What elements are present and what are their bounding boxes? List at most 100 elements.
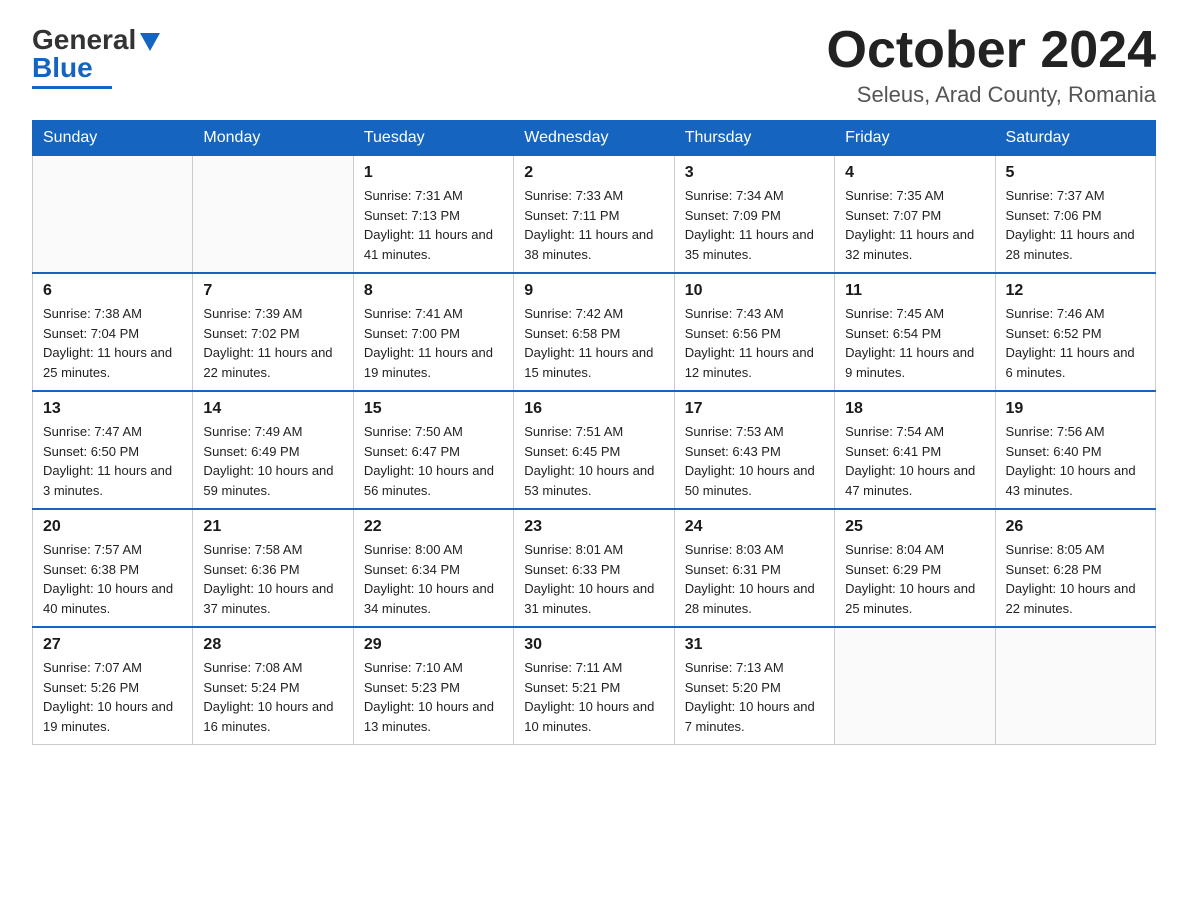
day-info: Sunrise: 7:54 AMSunset: 6:41 PMDaylight:… xyxy=(845,422,984,500)
day-info: Sunrise: 7:43 AMSunset: 6:56 PMDaylight:… xyxy=(685,304,824,382)
day-number: 19 xyxy=(1006,400,1145,418)
day-number: 20 xyxy=(43,518,182,536)
day-number: 10 xyxy=(685,282,824,300)
calendar-cell: 5 Sunrise: 7:37 AMSunset: 7:06 PMDaylight… xyxy=(995,156,1155,274)
calendar-cell: 26 Sunrise: 8:05 AMSunset: 6:28 PMDayligh… xyxy=(995,509,1155,627)
day-info: Sunrise: 7:42 AMSunset: 6:58 PMDaylight:… xyxy=(524,304,663,382)
location-subtitle: Seleus, Arad County, Romania xyxy=(827,82,1157,108)
calendar-cell: 20Sunrise: 7:57 AMSunset: 6:38 PMDayligh… xyxy=(33,509,193,627)
day-number: 27 xyxy=(43,636,182,654)
month-title: October 2024 xyxy=(827,24,1157,76)
day-info: Sunrise: 7:38 AMSunset: 7:04 PMDaylight:… xyxy=(43,304,182,382)
day-number: 8 xyxy=(364,282,503,300)
calendar-cell xyxy=(33,156,193,274)
day-info: Sunrise: 7:50 AMSunset: 6:47 PMDaylight:… xyxy=(364,422,503,500)
day-info: Sunrise: 7:47 AMSunset: 6:50 PMDaylight:… xyxy=(43,422,182,500)
header-saturday: Saturday xyxy=(995,121,1155,156)
day-info: Sunrise: 7:07 AMSunset: 5:26 PMDaylight:… xyxy=(43,658,182,736)
day-number: 11 xyxy=(845,282,984,300)
calendar-cell: 16 Sunrise: 7:51 AMSunset: 6:45 PMDayligh… xyxy=(514,391,674,509)
day-number: 6 xyxy=(43,282,182,300)
header-tuesday: Tuesday xyxy=(353,121,513,156)
day-number: 28 xyxy=(203,636,342,654)
day-info: Sunrise: 7:08 AMSunset: 5:24 PMDaylight:… xyxy=(203,658,342,736)
day-number: 24 xyxy=(685,518,824,536)
day-info: Sunrise: 7:34 AMSunset: 7:09 PMDaylight:… xyxy=(685,186,824,264)
day-number: 29 xyxy=(364,636,503,654)
day-number: 15 xyxy=(364,400,503,418)
calendar-cell: 2 Sunrise: 7:33 AMSunset: 7:11 PMDaylight… xyxy=(514,156,674,274)
calendar-cell: 12Sunrise: 7:46 AMSunset: 6:52 PMDayligh… xyxy=(995,273,1155,391)
day-number: 23 xyxy=(524,518,663,536)
day-number: 17 xyxy=(685,400,824,418)
day-number: 12 xyxy=(1006,282,1145,300)
week-row-2: 6 Sunrise: 7:38 AMSunset: 7:04 PMDaylight… xyxy=(33,273,1156,391)
day-info: Sunrise: 7:49 AMSunset: 6:49 PMDaylight:… xyxy=(203,422,342,500)
day-number: 5 xyxy=(1006,164,1145,182)
calendar-cell xyxy=(995,627,1155,745)
calendar-cell: 19Sunrise: 7:56 AMSunset: 6:40 PMDayligh… xyxy=(995,391,1155,509)
day-info: Sunrise: 7:39 AMSunset: 7:02 PMDaylight:… xyxy=(203,304,342,382)
header-monday: Monday xyxy=(193,121,353,156)
calendar-cell: 3Sunrise: 7:34 AMSunset: 7:09 PMDaylight… xyxy=(674,156,834,274)
day-number: 4 xyxy=(845,164,984,182)
day-info: Sunrise: 7:51 AMSunset: 6:45 PMDaylight:… xyxy=(524,422,663,500)
calendar-cell: 30 Sunrise: 7:11 AMSunset: 5:21 PMDayligh… xyxy=(514,627,674,745)
day-number: 22 xyxy=(364,518,503,536)
day-info: Sunrise: 7:35 AMSunset: 7:07 PMDaylight:… xyxy=(845,186,984,264)
calendar-cell: 1 Sunrise: 7:31 AMSunset: 7:13 PMDaylight… xyxy=(353,156,513,274)
day-info: Sunrise: 7:37 AMSunset: 7:06 PMDaylight:… xyxy=(1006,186,1145,264)
day-number: 14 xyxy=(203,400,342,418)
day-number: 1 xyxy=(364,164,503,182)
calendar-cell: 9 Sunrise: 7:42 AMSunset: 6:58 PMDaylight… xyxy=(514,273,674,391)
calendar-cell: 28 Sunrise: 7:08 AMSunset: 5:24 PMDayligh… xyxy=(193,627,353,745)
calendar-cell: 4 Sunrise: 7:35 AMSunset: 7:07 PMDaylight… xyxy=(835,156,995,274)
calendar-cell: 25 Sunrise: 8:04 AMSunset: 6:29 PMDayligh… xyxy=(835,509,995,627)
day-info: Sunrise: 8:04 AMSunset: 6:29 PMDaylight:… xyxy=(845,540,984,618)
logo-blue-text: Blue xyxy=(32,52,93,84)
day-info: Sunrise: 7:31 AMSunset: 7:13 PMDaylight:… xyxy=(364,186,503,264)
week-row-1: 1 Sunrise: 7:31 AMSunset: 7:13 PMDaylight… xyxy=(33,156,1156,274)
day-info: Sunrise: 7:33 AMSunset: 7:11 PMDaylight:… xyxy=(524,186,663,264)
day-number: 9 xyxy=(524,282,663,300)
calendar-cell: 24 Sunrise: 8:03 AMSunset: 6:31 PMDayligh… xyxy=(674,509,834,627)
calendar-cell: 8 Sunrise: 7:41 AMSunset: 7:00 PMDaylight… xyxy=(353,273,513,391)
calendar-cell: 15 Sunrise: 7:50 AMSunset: 6:47 PMDayligh… xyxy=(353,391,513,509)
day-number: 30 xyxy=(524,636,663,654)
week-row-5: 27 Sunrise: 7:07 AMSunset: 5:26 PMDayligh… xyxy=(33,627,1156,745)
day-number: 18 xyxy=(845,400,984,418)
day-info: Sunrise: 7:45 AMSunset: 6:54 PMDaylight:… xyxy=(845,304,984,382)
header: General Blue October 2024 Seleus, Arad C… xyxy=(32,24,1156,108)
day-number: 16 xyxy=(524,400,663,418)
calendar-cell xyxy=(193,156,353,274)
day-info: Sunrise: 7:11 AMSunset: 5:21 PMDaylight:… xyxy=(524,658,663,736)
calendar-cell: 23 Sunrise: 8:01 AMSunset: 6:33 PMDayligh… xyxy=(514,509,674,627)
day-number: 26 xyxy=(1006,518,1145,536)
calendar-cell: 14 Sunrise: 7:49 AMSunset: 6:49 PMDayligh… xyxy=(193,391,353,509)
calendar-cell: 18 Sunrise: 7:54 AMSunset: 6:41 PMDayligh… xyxy=(835,391,995,509)
calendar-cell: 21Sunrise: 7:58 AMSunset: 6:36 PMDayligh… xyxy=(193,509,353,627)
title-area: October 2024 Seleus, Arad County, Romani… xyxy=(827,24,1157,108)
calendar-cell: 10 Sunrise: 7:43 AMSunset: 6:56 PMDayligh… xyxy=(674,273,834,391)
day-info: Sunrise: 8:01 AMSunset: 6:33 PMDaylight:… xyxy=(524,540,663,618)
day-number: 2 xyxy=(524,164,663,182)
weekday-header-row: Sunday Monday Tuesday Wednesday Thursday… xyxy=(33,121,1156,156)
day-info: Sunrise: 7:41 AMSunset: 7:00 PMDaylight:… xyxy=(364,304,503,382)
day-info: Sunrise: 8:00 AMSunset: 6:34 PMDaylight:… xyxy=(364,540,503,618)
logo: General Blue xyxy=(32,24,160,89)
header-friday: Friday xyxy=(835,121,995,156)
calendar-cell: 31Sunrise: 7:13 AMSunset: 5:20 PMDayligh… xyxy=(674,627,834,745)
day-info: Sunrise: 7:53 AMSunset: 6:43 PMDaylight:… xyxy=(685,422,824,500)
calendar-cell: 11 Sunrise: 7:45 AMSunset: 6:54 PMDayligh… xyxy=(835,273,995,391)
day-info: Sunrise: 8:05 AMSunset: 6:28 PMDaylight:… xyxy=(1006,540,1145,618)
calendar-cell xyxy=(835,627,995,745)
day-info: Sunrise: 8:03 AMSunset: 6:31 PMDaylight:… xyxy=(685,540,824,618)
calendar-cell: 6 Sunrise: 7:38 AMSunset: 7:04 PMDaylight… xyxy=(33,273,193,391)
logo-triangle-icon xyxy=(140,33,160,51)
day-number: 25 xyxy=(845,518,984,536)
calendar-cell: 27 Sunrise: 7:07 AMSunset: 5:26 PMDayligh… xyxy=(33,627,193,745)
logo-underline xyxy=(32,86,112,89)
day-info: Sunrise: 7:58 AMSunset: 6:36 PMDaylight:… xyxy=(203,540,342,618)
calendar-table: Sunday Monday Tuesday Wednesday Thursday… xyxy=(32,120,1156,745)
header-wednesday: Wednesday xyxy=(514,121,674,156)
